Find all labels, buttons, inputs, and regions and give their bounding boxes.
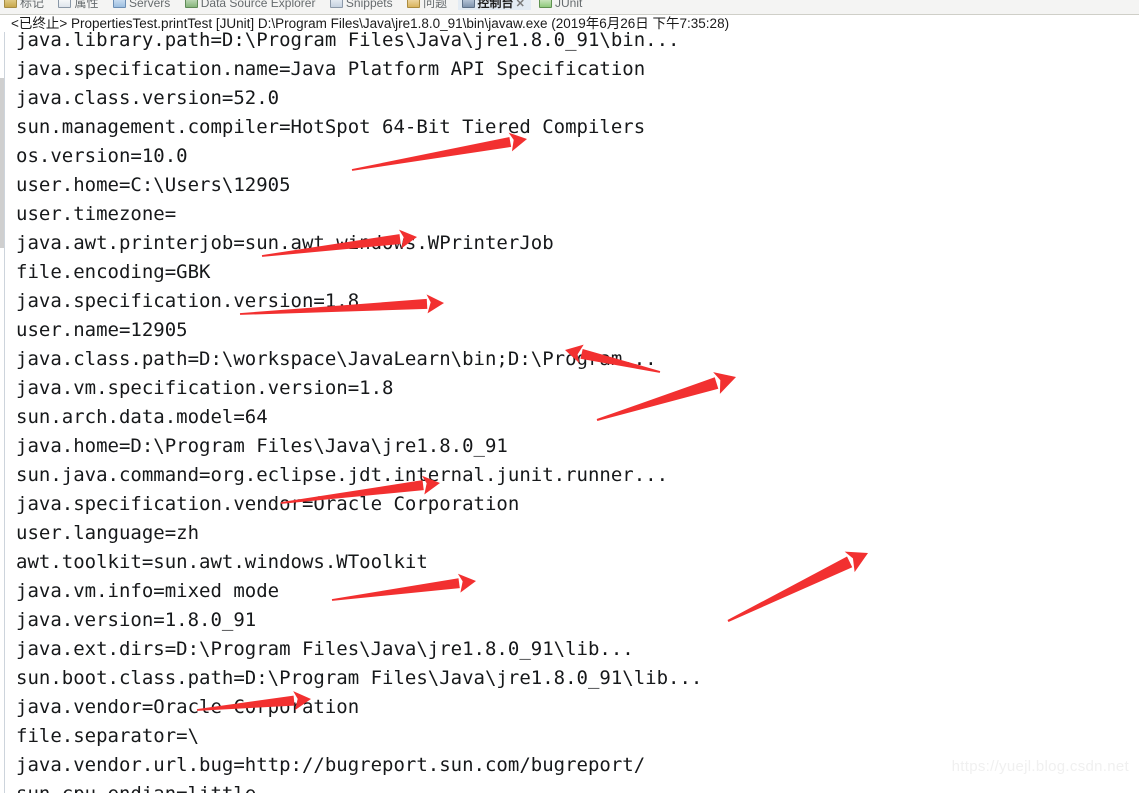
- console-line: sun.management.compiler=HotSpot 64-Bit T…: [16, 116, 646, 138]
- properties-icon: [58, 0, 72, 8]
- console-line: java.class.version=52.0: [16, 87, 280, 109]
- console-left-rule: [4, 32, 5, 793]
- console-line: sun.arch.data.model=64: [16, 406, 268, 428]
- problems-icon: [407, 0, 421, 8]
- tab-snippets[interactable]: Snippets: [326, 0, 399, 10]
- close-icon[interactable]: ✕: [516, 0, 525, 10]
- tab-console[interactable]: 控制台 ✕: [457, 0, 531, 10]
- console-line: user.language=zh: [16, 522, 200, 544]
- console-line: os.version=10.0: [16, 145, 188, 167]
- console-line: java.specification.vendor=Oracle Corpora…: [16, 493, 520, 515]
- console-line: java.specification.name=Java Platform AP…: [16, 58, 646, 80]
- tab-junit[interactable]: JUnit: [535, 0, 588, 10]
- console-line: sun.java.command=org.eclipse.jdt.interna…: [16, 464, 669, 486]
- console-line: java.vm.info=mixed mode: [16, 580, 280, 602]
- console-line: java.awt.printerjob=sun.awt.windows.WPri…: [16, 232, 554, 254]
- console-title-text: <已终止> PropertiesTest.printTest [JUnit] D…: [11, 16, 730, 31]
- console-line: java.specification.version=1.8: [16, 290, 360, 312]
- console-line: java.library.path=D:\Program Files\Java\…: [16, 32, 680, 51]
- console-title-bar: <已终止> PropertiesTest.printTest [JUnit] D…: [0, 15, 1139, 32]
- tab-servers[interactable]: Servers: [109, 0, 176, 10]
- tab-label: 标记: [20, 0, 45, 10]
- console-line: java.vendor=Oracle Corporation: [16, 696, 360, 718]
- tab-label: 问题: [423, 0, 448, 10]
- console-icon: [461, 0, 475, 8]
- tab-label: JUnit: [555, 0, 583, 10]
- console-line: file.separator=\: [16, 725, 200, 747]
- tab-label: Snippets: [345, 0, 393, 10]
- console-line: user.home=C:\Users\12905: [16, 174, 291, 196]
- tab-markers[interactable]: 标记: [0, 0, 50, 10]
- tab-properties[interactable]: 属性: [54, 0, 104, 10]
- console-text: java.library.path=D:\Program Files\Java\…: [16, 32, 702, 793]
- console-line: user.name=12905: [16, 319, 188, 341]
- tab-problems[interactable]: 问题: [403, 0, 453, 10]
- tab-label: 属性: [74, 0, 99, 10]
- data-source-icon: [184, 0, 198, 8]
- console-line: java.version=1.8.0_91: [16, 609, 257, 631]
- snippets-icon: [329, 0, 343, 8]
- console-line: awt.toolkit=sun.awt.windows.WToolkit: [16, 551, 428, 573]
- console-line: java.vendor.url.bug=http://bugreport.sun…: [16, 754, 646, 776]
- tab-label: 控制台: [477, 0, 514, 10]
- junit-icon: [539, 0, 553, 8]
- console-line: java.ext.dirs=D:\Program Files\Java\jre1…: [16, 638, 634, 660]
- view-tab-bar: 标记 属性 Servers Data Source Explorer Snipp…: [0, 0, 1139, 15]
- scrollbar-thumb[interactable]: [0, 78, 4, 248]
- marker-icon: [4, 0, 17, 8]
- tab-label: Data Source Explorer: [200, 0, 316, 10]
- tab-label: Servers: [128, 0, 171, 10]
- console-output-area[interactable]: java.library.path=D:\Program Files\Java\…: [0, 32, 1139, 793]
- console-line: sun.cpu.endian=little: [16, 780, 702, 793]
- watermark: https://yuejl.blog.csdn.net: [951, 758, 1129, 775]
- console-line: sun.boot.class.path=D:\Program Files\Jav…: [16, 667, 703, 689]
- tab-data-source-explorer[interactable]: Data Source Explorer: [181, 0, 322, 10]
- console-line: java.vm.specification.version=1.8: [16, 377, 394, 399]
- console-line: java.home=D:\Program Files\Java\jre1.8.0…: [16, 435, 508, 457]
- servers-icon: [112, 0, 126, 8]
- console-line: java.class.path=D:\workspace\JavaLearn\b…: [16, 348, 657, 370]
- console-line: user.timezone=: [16, 203, 177, 225]
- console-line: file.encoding=GBK: [16, 261, 211, 283]
